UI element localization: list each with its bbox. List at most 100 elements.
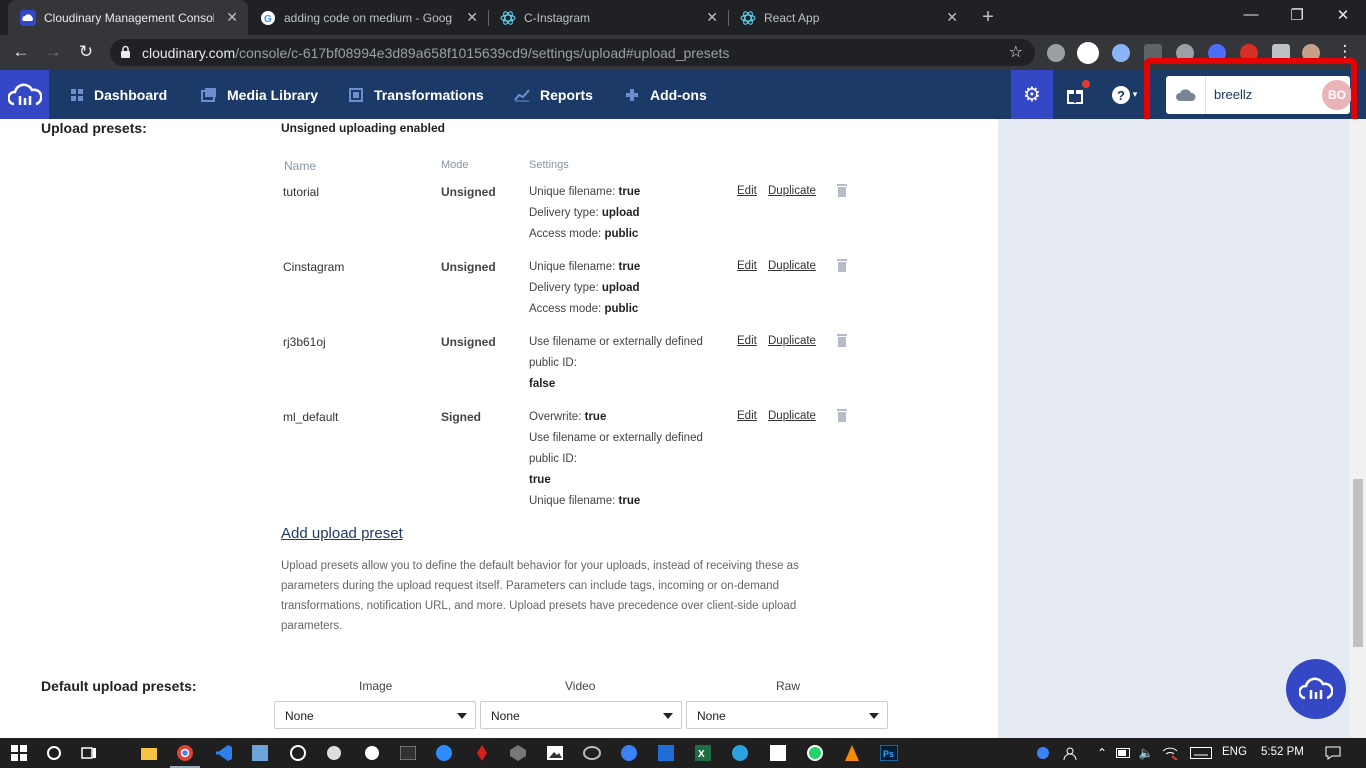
extension-icon[interactable]	[1047, 44, 1065, 62]
reload-icon[interactable]: ↻	[75, 41, 97, 63]
notification-badge	[1082, 80, 1090, 88]
nav-addons[interactable]: Add-ons	[624, 70, 707, 119]
photoshop-icon[interactable]: Ps	[879, 743, 899, 763]
extension-icon[interactable]	[1077, 42, 1099, 64]
video-column-label: Video	[565, 679, 596, 693]
minimize-icon[interactable]: —	[1228, 6, 1274, 23]
url-text: cloudinary.com/console/c-617bf08994e3d89…	[142, 45, 730, 61]
chevron-up-icon[interactable]: ⌃	[1092, 743, 1112, 763]
browser-tab-c-instagram[interactable]: C-Instagram ✕	[488, 0, 728, 35]
settings-gear-button[interactable]: ⚙	[1011, 70, 1053, 119]
edit-preset-link[interactable]: Edit	[737, 335, 757, 347]
forward-icon[interactable]: →	[42, 41, 64, 63]
wifi-off-icon[interactable]	[1160, 743, 1180, 763]
close-tab-icon[interactable]: ✕	[946, 9, 958, 26]
image-preset-select[interactable]: None	[274, 701, 476, 729]
video-preset-select[interactable]: None	[480, 701, 682, 729]
browser-tab-google[interactable]: G adding code on medium - Goog ✕	[248, 0, 488, 35]
photos-icon[interactable]	[545, 743, 565, 763]
trash-icon[interactable]	[836, 183, 848, 202]
raw-column-label: Raw	[776, 679, 801, 693]
app-icon[interactable]	[250, 743, 270, 763]
close-tab-icon[interactable]: ✕	[226, 9, 238, 26]
close-tab-icon[interactable]: ✕	[706, 9, 718, 26]
terminal-icon[interactable]	[398, 743, 418, 763]
close-window-icon[interactable]: ✕	[1320, 6, 1366, 24]
preset-name: ml_default	[283, 410, 339, 424]
input-language[interactable]: ENG	[1222, 746, 1247, 758]
tab-title: adding code on medium - Goog	[284, 10, 453, 25]
app-icon[interactable]	[508, 743, 528, 763]
transformations-icon	[348, 87, 364, 103]
task-view-icon[interactable]	[79, 743, 99, 763]
extension-icon[interactable]	[1112, 44, 1130, 62]
browser-tab-react-app[interactable]: React App ✕	[728, 0, 968, 35]
vlc-icon[interactable]	[842, 743, 862, 763]
add-upload-preset-link[interactable]: Add upload preset	[281, 525, 403, 542]
app-icon[interactable]	[582, 743, 602, 763]
excel-icon[interactable]: X	[693, 743, 713, 763]
chrome-icon[interactable]	[175, 743, 195, 763]
zoom-icon[interactable]	[434, 743, 454, 763]
preset-mode: Unsigned	[441, 185, 496, 199]
address-bar[interactable]: cloudinary.com/console/c-617bf08994e3d89…	[110, 39, 1035, 66]
raw-preset-select[interactable]: None	[686, 701, 888, 729]
app-icon[interactable]	[619, 743, 639, 763]
edit-preset-link[interactable]: Edit	[737, 185, 757, 197]
nav-reports[interactable]: Reports	[514, 70, 593, 119]
duplicate-preset-link[interactable]: Duplicate	[768, 185, 816, 197]
nav-dashboard[interactable]: Dashboard	[70, 70, 167, 119]
nav-transformations[interactable]: Transformations	[348, 70, 484, 119]
nav-media-library[interactable]: Media Library	[201, 70, 318, 119]
trash-icon[interactable]	[836, 333, 848, 352]
gift-box-icon	[1067, 89, 1083, 104]
notifications-button[interactable]	[1054, 70, 1096, 119]
bookmark-star-icon[interactable]: ☆	[1009, 42, 1023, 62]
app-icon[interactable]	[768, 743, 788, 763]
page-scrollbar[interactable]	[1350, 119, 1366, 738]
edit-preset-link[interactable]: Edit	[737, 260, 757, 272]
preset-name: Cinstagram	[283, 260, 345, 274]
scrollbar-thumb[interactable]	[1353, 479, 1363, 647]
telegram-icon[interactable]	[730, 743, 750, 763]
action-center-icon[interactable]	[1323, 743, 1343, 763]
help-menu-button[interactable]: ? ▾	[1104, 70, 1144, 119]
tray-help-icon[interactable]	[1033, 743, 1053, 763]
file-explorer-icon[interactable]	[139, 743, 159, 763]
preset-name: rj3b61oj	[283, 335, 326, 349]
unsigned-uploading-status: Unsigned uploading enabled	[281, 121, 446, 135]
preset-settings: Unique filename: true Delivery type: upl…	[529, 186, 641, 240]
browser-tab-cloudinary[interactable]: Cloudinary Management Consol ✕	[8, 0, 248, 35]
cloudinary-logo-icon[interactable]	[0, 70, 49, 119]
battery-icon[interactable]	[1114, 743, 1134, 763]
keyboard-icon[interactable]	[1188, 743, 1214, 763]
vscode-icon[interactable]	[214, 743, 234, 763]
help-chat-button[interactable]	[1286, 659, 1346, 719]
app-icon[interactable]	[288, 743, 308, 763]
image-column-label: Image	[359, 679, 393, 693]
app-icon[interactable]	[656, 743, 676, 763]
back-icon[interactable]: ←	[10, 41, 32, 63]
restore-icon[interactable]: ❐	[1274, 6, 1320, 24]
app-icon[interactable]	[324, 743, 344, 763]
duplicate-preset-link[interactable]: Duplicate	[768, 410, 816, 422]
new-tab-button[interactable]: +	[976, 5, 1000, 29]
trash-icon[interactable]	[836, 408, 848, 427]
right-side-panel	[998, 119, 1350, 738]
app-icon[interactable]	[362, 743, 382, 763]
duplicate-preset-link[interactable]: Duplicate	[768, 335, 816, 347]
search-icon[interactable]	[44, 743, 64, 763]
whatsapp-icon[interactable]	[805, 743, 825, 763]
windows-start-icon[interactable]	[9, 743, 29, 763]
app-icon[interactable]	[472, 743, 492, 763]
clock-time[interactable]: 5:52 PM	[1261, 746, 1304, 758]
duplicate-preset-link[interactable]: Duplicate	[768, 260, 816, 272]
close-tab-icon[interactable]: ✕	[466, 9, 478, 26]
people-icon[interactable]	[1060, 743, 1080, 763]
lock-icon	[120, 45, 131, 64]
volume-icon[interactable]: 🔈	[1136, 743, 1156, 763]
dropdown-arrow-icon	[869, 713, 879, 719]
trash-icon[interactable]	[836, 258, 848, 277]
edit-preset-link[interactable]: Edit	[737, 410, 757, 422]
cloudinary-cloud-icon	[1299, 677, 1333, 700]
